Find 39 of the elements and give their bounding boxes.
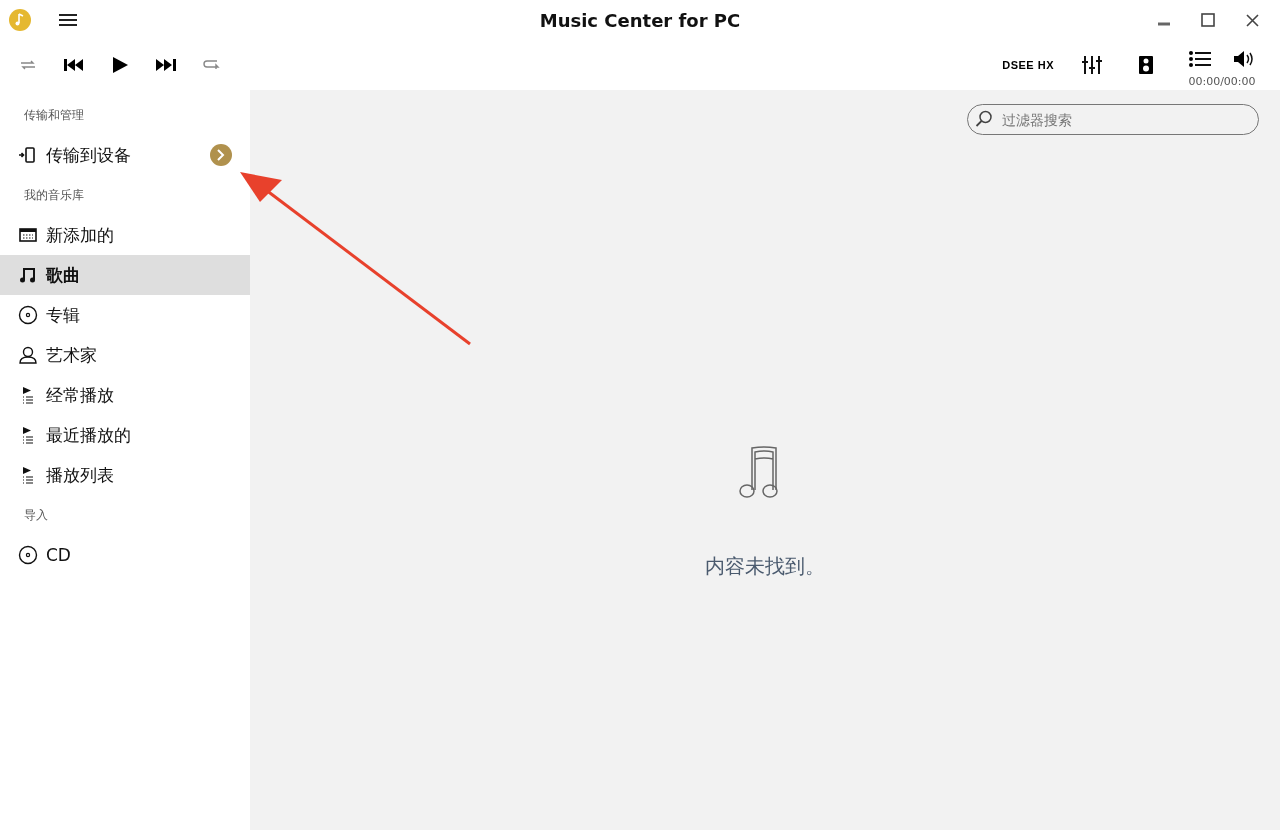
chevron-right-button[interactable] bbox=[210, 144, 232, 166]
sidebar-item[interactable]: 传输到设备 bbox=[0, 135, 250, 175]
volume-icon[interactable] bbox=[1234, 50, 1254, 67]
close-icon[interactable] bbox=[1245, 13, 1259, 27]
disc-icon bbox=[18, 545, 38, 565]
previous-icon[interactable] bbox=[64, 59, 84, 71]
menu-icon[interactable] bbox=[59, 13, 77, 27]
sidebar-item[interactable]: 经常播放 bbox=[0, 375, 250, 415]
repeat-icon[interactable] bbox=[203, 58, 221, 72]
next-icon[interactable] bbox=[156, 59, 176, 71]
sidebar-item[interactable]: 播放列表 bbox=[0, 455, 250, 495]
person-icon bbox=[18, 345, 38, 365]
sidebar-item[interactable]: 新添加的 bbox=[0, 215, 250, 255]
phone-transfer-icon bbox=[18, 145, 38, 165]
sidebar-item[interactable]: 最近播放的 bbox=[0, 415, 250, 455]
equalizer-icon[interactable] bbox=[1082, 56, 1102, 74]
shuffle-icon[interactable] bbox=[19, 58, 37, 72]
empty-message: 内容未找到。 bbox=[705, 553, 825, 580]
play-icon[interactable] bbox=[112, 57, 128, 73]
sidebar-item[interactable]: 艺术家 bbox=[0, 335, 250, 375]
chevron-right-icon bbox=[216, 149, 226, 161]
section-header: 我的音乐库 bbox=[24, 186, 84, 204]
search-field[interactable]: 过滤器搜索 bbox=[967, 104, 1259, 135]
sidebar-item[interactable]: CD bbox=[0, 535, 250, 575]
app-logo-icon bbox=[8, 8, 32, 32]
section-header: 导入 bbox=[24, 506, 48, 524]
dsee-button[interactable]: DSEE HX bbox=[998, 55, 1058, 75]
sidebar-item[interactable]: 专辑 bbox=[0, 295, 250, 335]
speaker-icon[interactable] bbox=[1139, 56, 1153, 74]
maximize-icon[interactable] bbox=[1201, 13, 1215, 27]
search-icon bbox=[975, 110, 993, 128]
window-title: Music Center for PC bbox=[539, 9, 741, 31]
disc-icon bbox=[18, 305, 38, 325]
playback-time: 00:00/00:00 bbox=[1188, 74, 1256, 88]
section-header: 传输和管理 bbox=[24, 106, 84, 124]
list-icon[interactable] bbox=[1189, 50, 1211, 67]
calendar-icon bbox=[18, 225, 38, 245]
sidebar-item[interactable]: 歌曲 bbox=[0, 255, 250, 295]
music-note-icon bbox=[18, 265, 38, 285]
